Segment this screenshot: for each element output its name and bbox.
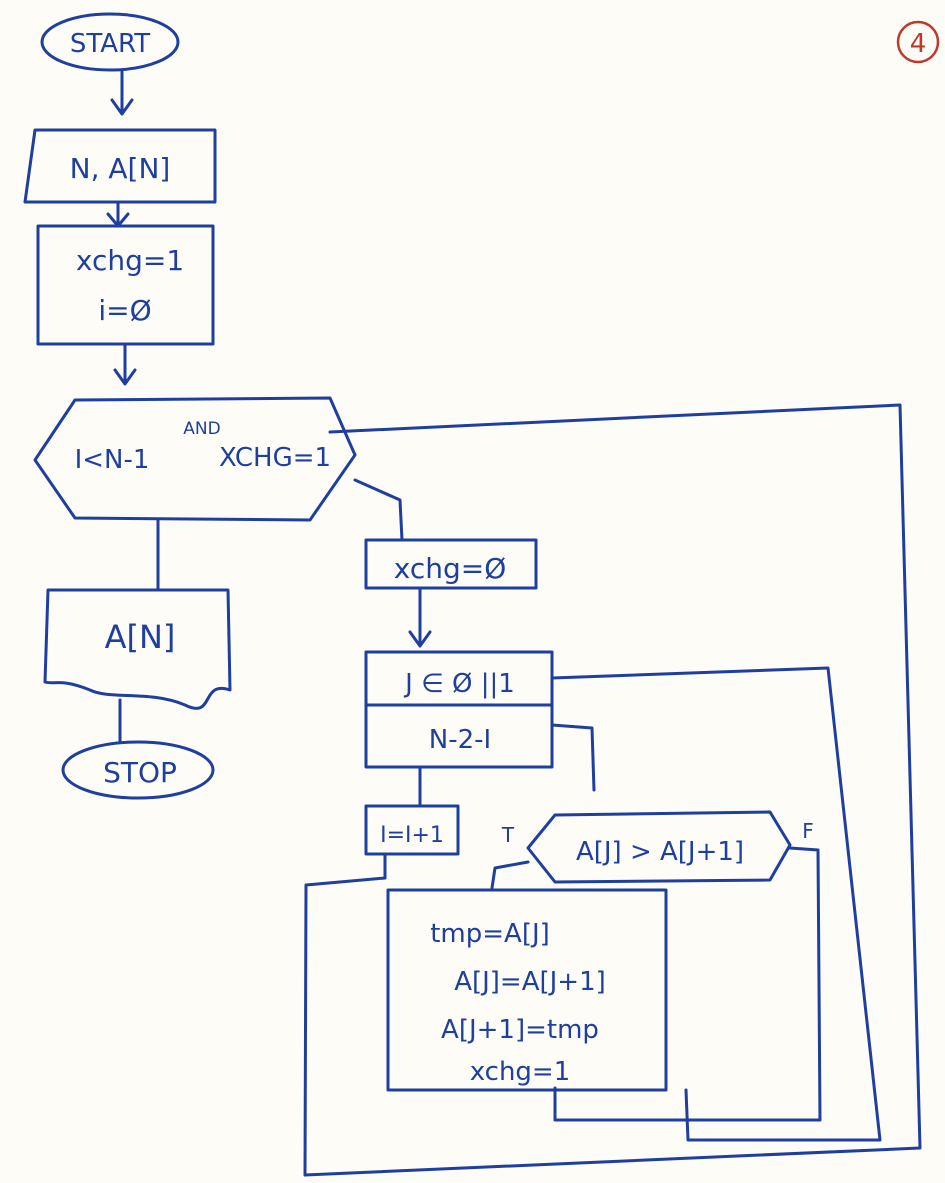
- flowchart-diagram: 4 START N, A[N] xchg=1 i=Ø I<N-1 AND XCH…: [23, 12, 940, 1177]
- swap-line-2: A[J]=A[J+1]: [454, 967, 606, 997]
- compare-true-label: T: [501, 823, 515, 847]
- swap-line-3: A[J+1]=tmp: [441, 1015, 599, 1045]
- increment-label: I=I+1: [380, 823, 444, 848]
- compare-true-connector: [490, 860, 530, 890]
- arrow-start-to-input: [110, 70, 134, 116]
- for-loop-body-connector: [550, 723, 596, 792]
- arrow-init-to-loop: [113, 342, 137, 386]
- loop-condition-left: I<N-1: [75, 445, 150, 475]
- flowchart-canvas: 4 START N, A[N] xchg=1 i=Ø I<N-1 AND XCH…: [0, 0, 945, 1183]
- outer-loop-back-line: [303, 403, 922, 1177]
- input-label: N, A[N]: [70, 152, 171, 185]
- loop-true-connector: [353, 478, 404, 542]
- arrow-input-to-init: [106, 200, 130, 228]
- page-number: 4: [910, 29, 927, 59]
- compare-label: A[J] > A[J+1]: [576, 837, 744, 867]
- reset-label: xchg=Ø: [394, 552, 507, 585]
- loop-condition-right: XCHG=1: [219, 443, 331, 473]
- for-loop-range: J ∈ Ø ||1: [403, 669, 515, 699]
- init-line-2: i=Ø: [98, 294, 151, 327]
- arrow-reset-to-for: [408, 586, 432, 648]
- swap-line-1: tmp=A[J]: [430, 919, 550, 949]
- compare-false-label: F: [802, 819, 814, 843]
- output-label: A[N]: [105, 618, 176, 656]
- init-line-1: xchg=1: [76, 244, 184, 277]
- swap-line-4: xchg=1: [470, 1057, 571, 1087]
- loop-condition-connector: AND: [183, 419, 220, 439]
- for-loop-limit: N-2-I: [429, 725, 491, 755]
- start-label: START: [70, 29, 150, 59]
- for-loop-back-line: [550, 666, 882, 1142]
- stop-label: STOP: [103, 756, 177, 789]
